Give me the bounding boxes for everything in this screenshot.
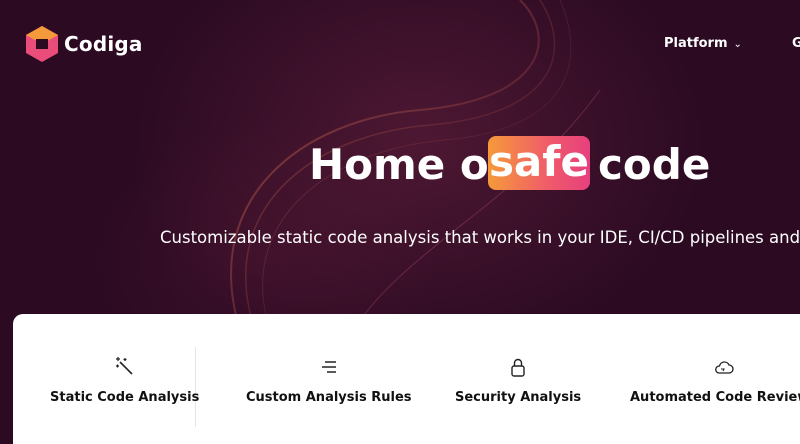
- feature-label: Custom Analysis Rules: [246, 390, 412, 405]
- hero-title-end: code: [598, 140, 711, 189]
- feature-label: Automated Code Reviews: [630, 390, 800, 405]
- nav-platform-label: Platform: [664, 36, 728, 51]
- nav-platform-menu[interactable]: Platform ⌄: [664, 36, 742, 51]
- lock-icon: [511, 358, 525, 377]
- feature-static-code-analysis[interactable]: Static Code Analysis: [50, 356, 199, 405]
- feature-automated-code-reviews[interactable]: Automated Code Reviews: [630, 356, 800, 405]
- feature-security-analysis[interactable]: Security Analysis: [455, 356, 581, 405]
- hero-title-highlight: safe: [488, 136, 590, 190]
- feature-custom-analysis-rules[interactable]: Custom Analysis Rules: [246, 356, 412, 405]
- hero-subtitle: Customizable static code analysis that w…: [160, 228, 800, 247]
- lines-icon: [321, 361, 336, 373]
- cloud-icon: [714, 361, 734, 374]
- magic-wand-icon: [115, 357, 133, 375]
- brand-name[interactable]: Codiga: [64, 32, 143, 56]
- top-nav: Codiga Platform ⌄ G: [0, 0, 800, 90]
- hero-title-start: Home of: [309, 140, 508, 189]
- feature-label: Security Analysis: [455, 390, 582, 405]
- nav-next-item[interactable]: G: [792, 36, 800, 51]
- chevron-down-icon: ⌄: [733, 39, 742, 50]
- codiga-logo-icon[interactable]: [24, 24, 60, 64]
- feature-label: Static Code Analysis: [50, 390, 200, 405]
